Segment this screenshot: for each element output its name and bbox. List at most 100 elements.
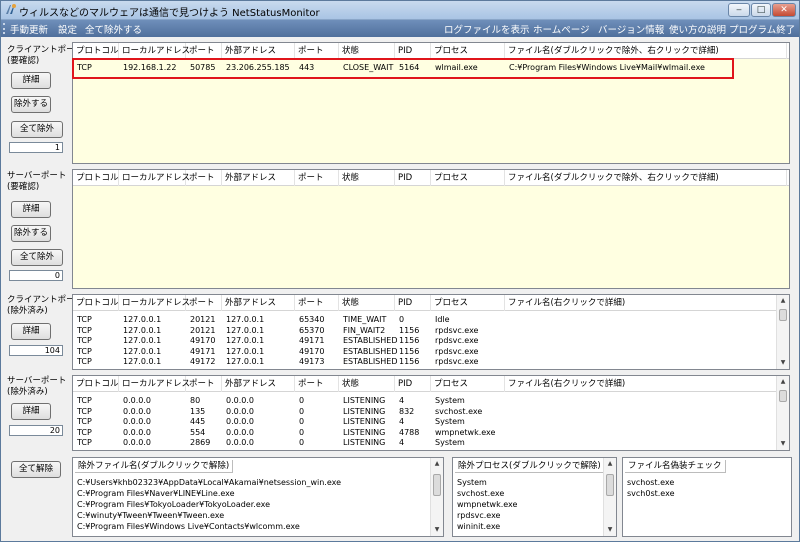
column-header[interactable]: ポート <box>295 170 339 186</box>
excluded-files-list[interactable]: 除外ファイル名(ダブルクリックで解除) C:¥Users¥khb02323¥Ap… <box>72 457 444 537</box>
column-header[interactable]: 外部アドレス <box>222 376 295 392</box>
column-header[interactable]: ファイル名(ダブルクリックで除外、右クリックで詳細) <box>505 170 787 186</box>
column-header[interactable]: 状態 <box>339 295 395 311</box>
table-row[interactable]: TCP 127.0.0.1 49171 127.0.0.1 49170 ESTABLISH… <box>73 347 789 357</box>
table-row[interactable]: TCP 0.0.0.0 554 0.0.0.0 0 LISTENING 4788 wmpnet… <box>73 428 789 438</box>
column-header[interactable]: ポート <box>295 376 339 392</box>
column-header[interactable]: ポート <box>186 43 222 59</box>
column-header[interactable]: ポート <box>186 170 222 186</box>
client-pending-exclude-all-button[interactable]: 全て除外 <box>11 121 63 138</box>
column-header[interactable]: プロトコル <box>73 376 119 392</box>
column-header[interactable]: プロセス <box>431 376 505 392</box>
menu-show-log[interactable]: ログファイルを表示 <box>444 22 530 36</box>
list-item[interactable]: svchost.exe <box>627 478 674 488</box>
client-pending-exclude-button[interactable]: 除外する <box>11 96 51 113</box>
column-header[interactable]: プロセス <box>431 295 505 311</box>
list-item[interactable]: wininit.exe <box>457 522 500 532</box>
table-cell: TCP <box>77 427 92 437</box>
column-header[interactable]: プロトコル <box>73 295 119 311</box>
column-header[interactable]: ローカルアドレス <box>119 170 190 186</box>
column-header[interactable]: ポート <box>295 43 339 59</box>
table-row[interactable]: TCP 0.0.0.0 80 0.0.0.0 0 LISTENING 4 System <box>73 396 789 406</box>
table-row[interactable]: TCP 0.0.0.0 445 0.0.0.0 0 LISTENING 4 System <box>73 417 789 427</box>
column-header[interactable]: 外部アドレス <box>222 295 295 311</box>
table-row[interactable]: TCP 127.0.0.1 49170 127.0.0.1 49171 ESTABLISH… <box>73 336 789 346</box>
column-header[interactable]: ローカルアドレス <box>119 43 190 59</box>
scroll-up-icon[interactable]: ▲ <box>777 376 789 388</box>
list-item[interactable]: C:¥Program Files¥Windows Live¥Contacts¥w… <box>77 522 300 532</box>
column-header[interactable]: ファイル名(ダブルクリックで除外、右クリックで詳細) <box>505 43 787 59</box>
minimize-button[interactable]: ‒ <box>728 3 750 17</box>
table-cell: 0 <box>299 438 305 447</box>
list-item[interactable]: System <box>457 478 487 488</box>
table-row[interactable]: TCP 127.0.0.1 49172 127.0.0.1 49173 ESTABLISH… <box>73 357 789 367</box>
scroll-thumb[interactable] <box>606 474 614 496</box>
excluded-processes-list[interactable]: 除外プロセス(ダブルクリックで解除) System svchost.exe wm… <box>452 457 617 537</box>
table-row[interactable]: TCP 127.0.0.1 20121 127.0.0.1 65370 FIN_WAIT2… <box>73 326 789 336</box>
column-header[interactable]: PID <box>395 376 431 392</box>
server-excluded-detail-button[interactable]: 詳細 <box>11 403 51 420</box>
column-header[interactable]: ファイル名(右クリックで詳細) <box>505 376 787 392</box>
scroll-thumb[interactable] <box>433 474 441 496</box>
maximize-button[interactable]: □ <box>751 3 771 17</box>
column-header[interactable]: プロセス <box>431 170 505 186</box>
column-header[interactable]: 外部アドレス <box>222 170 295 186</box>
excluded-processes-scrollbar[interactable]: ▲ ▼ <box>603 458 616 536</box>
column-header[interactable]: プロセス <box>431 43 505 59</box>
client-excluded-detail-button[interactable]: 詳細 <box>11 323 51 340</box>
menu-exclude-all[interactable]: 全て除外する <box>85 22 142 36</box>
menu-howto[interactable]: 使い方の説明 <box>669 22 726 36</box>
column-header[interactable]: プロトコル <box>73 170 119 186</box>
column-header[interactable]: PID <box>395 295 431 311</box>
menu-homepage[interactable]: ホームページ <box>533 22 590 36</box>
list-item[interactable]: C:¥Program Files¥Naver¥LINE¥Line.exe <box>77 489 235 499</box>
column-header[interactable]: 状態 <box>339 170 395 186</box>
column-header[interactable]: ポート <box>186 376 222 392</box>
scroll-up-icon[interactable]: ▲ <box>777 295 789 307</box>
list-item[interactable]: C:¥winuty¥Tween¥Tween¥Tween.exe <box>77 511 224 521</box>
list-item[interactable]: rpdsvc.exe <box>457 511 500 521</box>
table-cell: 65340 <box>299 315 325 324</box>
column-header[interactable]: ポート <box>295 295 339 311</box>
server-pending-exclude-button[interactable]: 除外する <box>11 225 51 242</box>
column-header[interactable]: PID <box>395 43 431 59</box>
scroll-up-icon[interactable]: ▲ <box>431 458 443 470</box>
list-item[interactable]: C:¥Users¥khb02323¥AppData¥Local¥Akamai¥n… <box>77 478 341 488</box>
server-excluded-table[interactable]: プロトコル ローカルアドレス ポート 外部アドレス ポート 状態 PID プロセス ファイル名(… <box>72 375 790 451</box>
table-cell: Idle <box>435 315 450 324</box>
server-pending-table[interactable]: プロトコル ローカルアドレス ポート 外部アドレス ポート 状態 PID プロセス ファイル名(… <box>72 169 790 289</box>
list-item[interactable]: C:¥Program Files¥TokyoLoader¥TokyoLoader… <box>77 500 270 510</box>
menu-version[interactable]: バージョン情報 <box>598 22 664 36</box>
client-excluded-table[interactable]: プロトコル ローカルアドレス ポート 外部アドレス ポート 状態 PID プロセス ファイル名(… <box>72 294 790 370</box>
table-row[interactable]: TCP 0.0.0.0 135 0.0.0.0 0 LISTENING 832 svchost… <box>73 407 789 417</box>
column-header[interactable]: 状態 <box>339 376 395 392</box>
client-pending-detail-button[interactable]: 詳細 <box>11 72 51 89</box>
menu-manual-refresh[interactable]: 手動更新 <box>10 22 48 36</box>
clear-all-button[interactable]: 全て解除 <box>11 461 61 478</box>
column-header[interactable]: 外部アドレス <box>222 43 295 59</box>
column-header[interactable]: ファイル名(右クリックで詳細) <box>505 295 787 311</box>
close-button[interactable]: ✕ <box>772 3 796 17</box>
column-header[interactable]: PID <box>395 170 431 186</box>
fake-filename-check-list[interactable]: ファイル名偽装チェック svchost.exe svch0st.exe <box>622 457 792 537</box>
column-header[interactable]: ローカルアドレス <box>119 376 190 392</box>
table-row[interactable]: TCP 0.0.0.0 2869 0.0.0.0 0 LISTENING 4 System <box>73 438 789 448</box>
list-item[interactable]: svch0st.exe <box>627 489 675 499</box>
table-cell: 49171 <box>299 336 325 345</box>
table-cell: LISTENING <box>343 438 386 447</box>
excluded-files-scrollbar[interactable]: ▲ ▼ <box>430 458 443 536</box>
column-header[interactable]: プロトコル <box>73 43 119 59</box>
scroll-down-icon[interactable]: ▼ <box>604 524 616 536</box>
column-header[interactable]: ローカルアドレス <box>119 295 190 311</box>
list-item[interactable]: wmpnetwk.exe <box>457 500 517 510</box>
menu-settings[interactable]: 設定 <box>58 22 77 36</box>
column-header[interactable]: 状態 <box>339 43 395 59</box>
server-pending-exclude-all-button[interactable]: 全て除外 <box>11 249 63 266</box>
list-item[interactable]: svchost.exe <box>457 489 504 499</box>
column-header[interactable]: ポート <box>186 295 222 311</box>
table-row[interactable]: TCP 127.0.0.1 20121 127.0.0.1 65340 TIME_WAIT… <box>73 315 789 325</box>
server-pending-detail-button[interactable]: 詳細 <box>11 201 51 218</box>
scroll-up-icon[interactable]: ▲ <box>604 458 616 470</box>
scroll-down-icon[interactable]: ▼ <box>431 524 443 536</box>
menu-exit[interactable]: プログラム終了 <box>729 22 795 36</box>
